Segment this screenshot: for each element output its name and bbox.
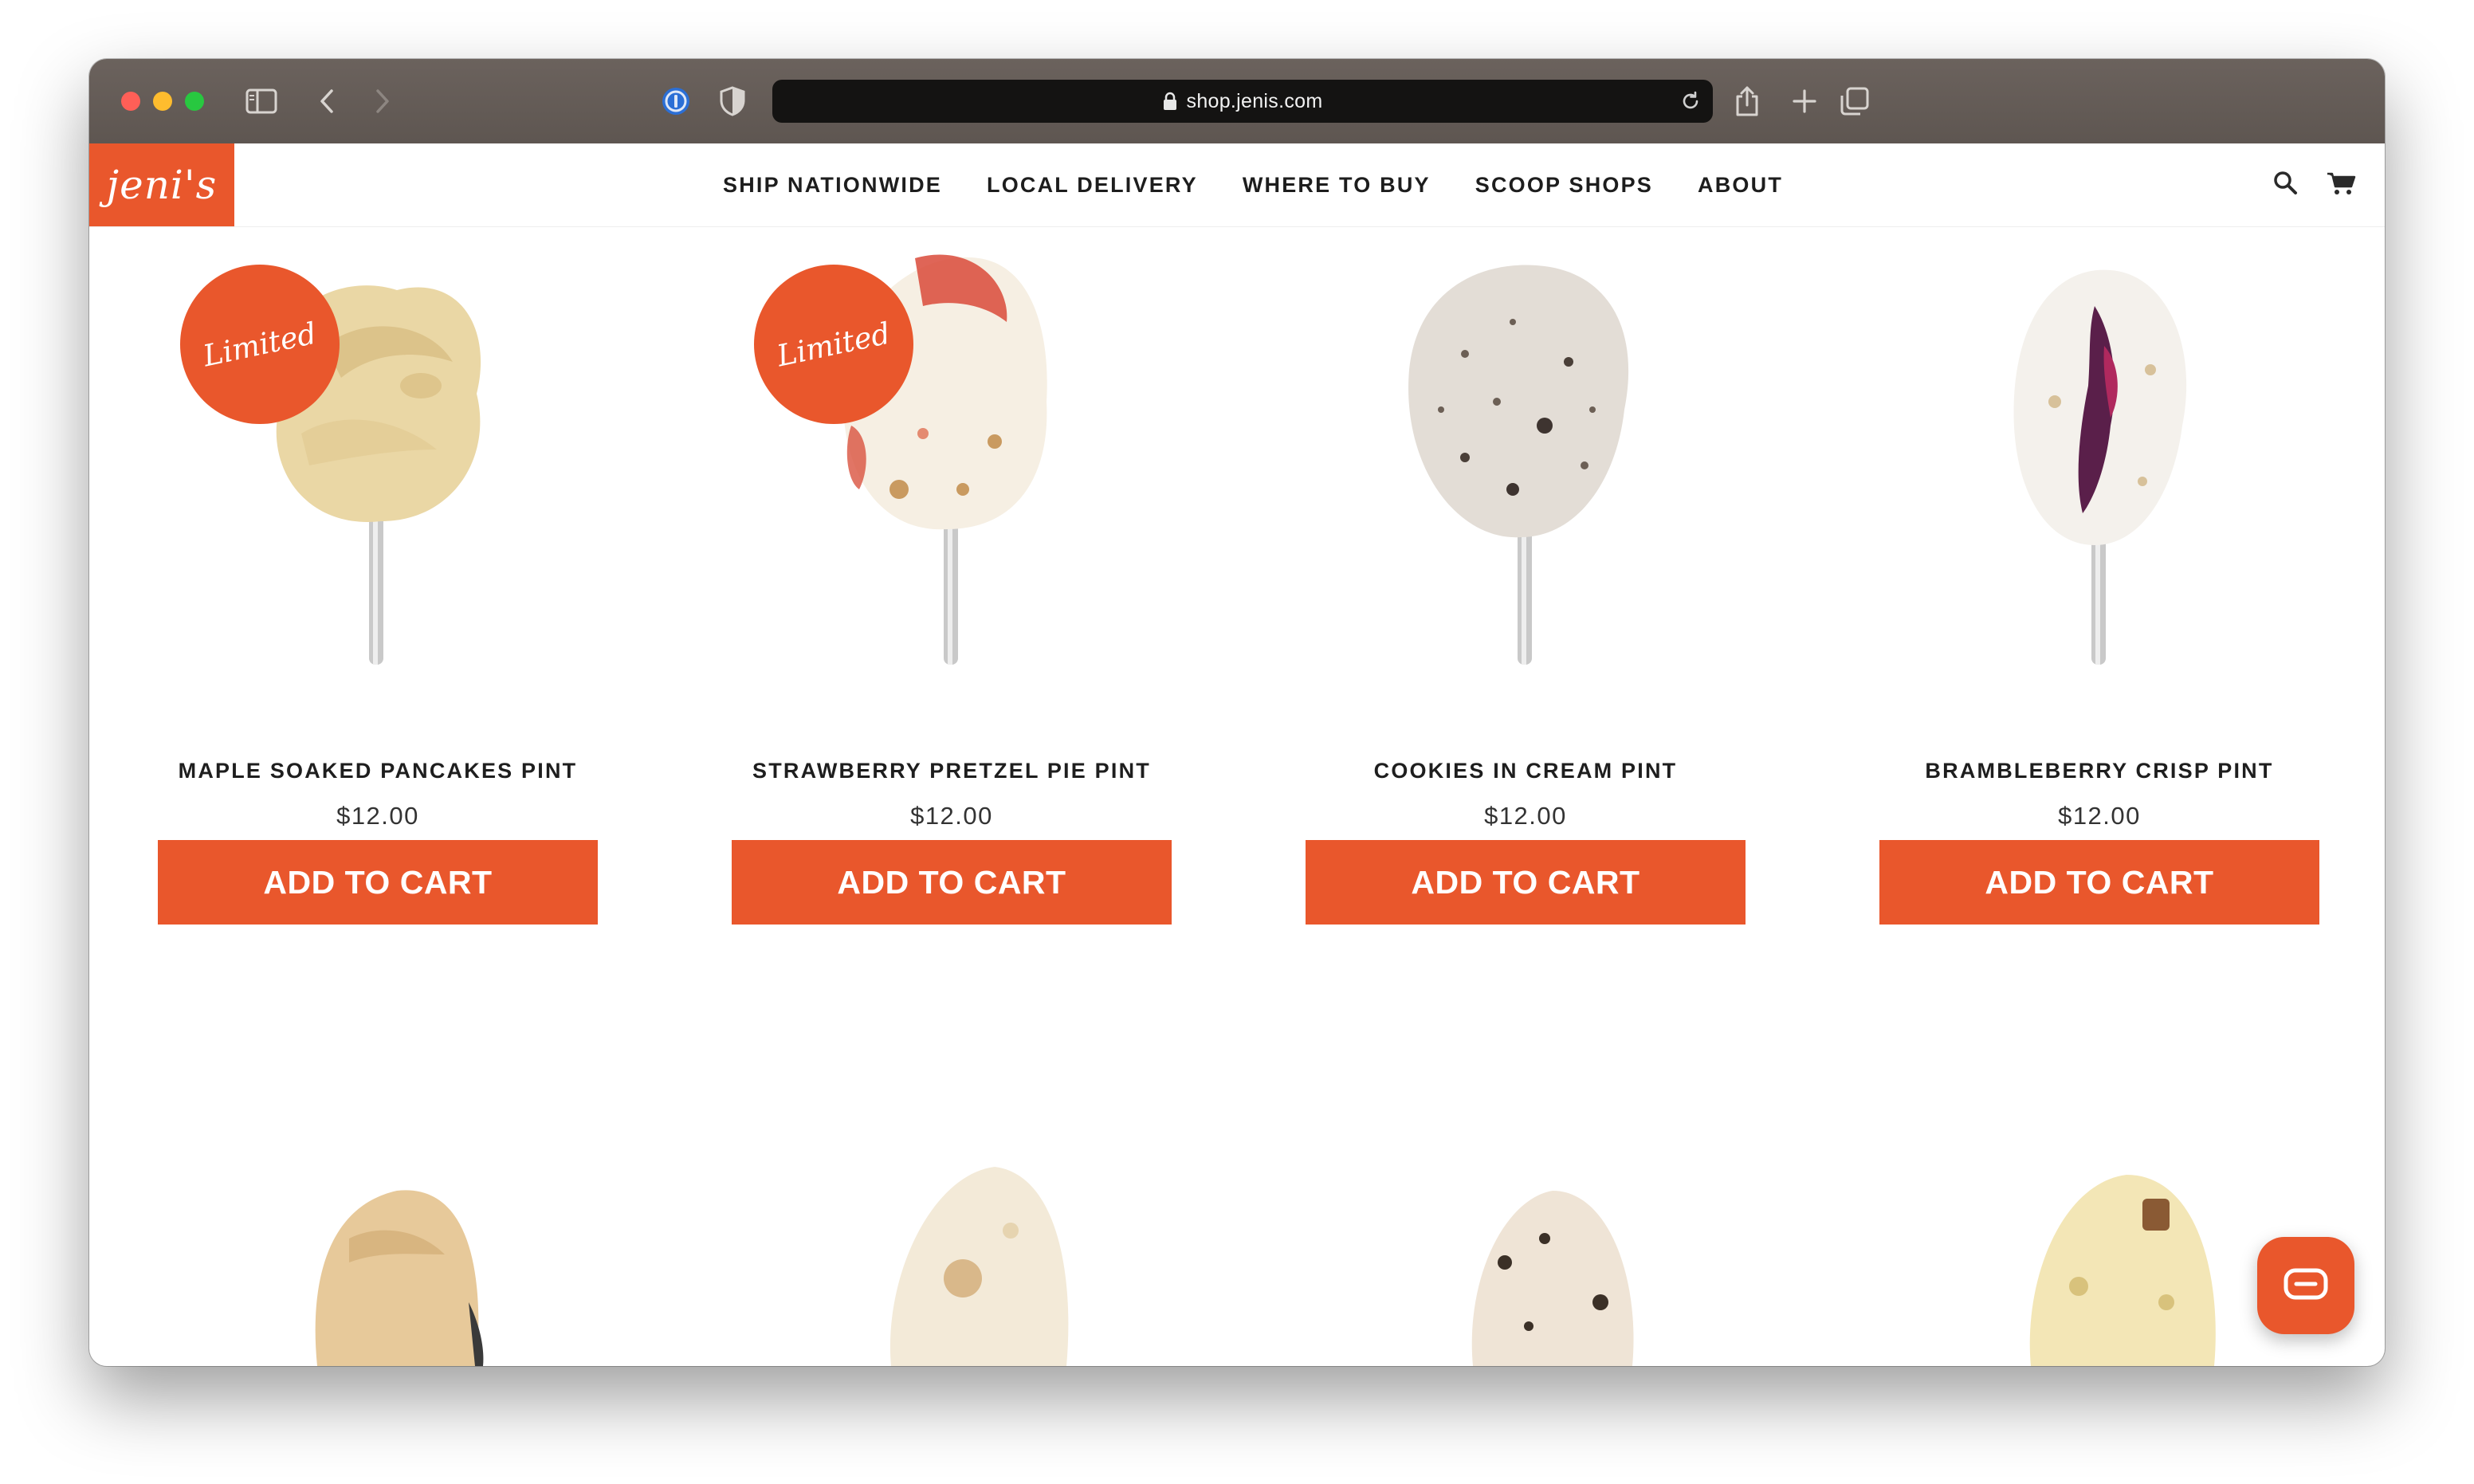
address-bar[interactable]: shop.jenis.com [772,80,1713,123]
lock-icon [1163,92,1176,110]
chat-icon [2284,1268,2328,1300]
password-manager-icon[interactable] [660,83,692,120]
main-nav: SHIP NATIONWIDE LOCAL DELIVERY WHERE TO … [89,143,2385,226]
nav-ship-nationwide[interactable]: SHIP NATIONWIDE [723,173,942,198]
cart-icon[interactable] [2326,169,2358,198]
nav-local-delivery[interactable]: LOCAL DELIVERY [987,173,1198,198]
site-header: jeni's SHIP NATIONWIDE LOCAL DELIVERY WH… [89,143,2385,227]
add-to-cart-button[interactable]: ADD TO CART [1879,840,2319,925]
nav-where-to-buy[interactable]: WHERE TO BUY [1243,173,1431,198]
tabs-overview-icon[interactable] [1840,83,1870,120]
reload-icon[interactable] [1679,90,1702,112]
product-name[interactable]: BRAMBLEBERRY CRISP PINT [1879,759,2319,783]
product-price: $12.00 [336,802,419,830]
product-name[interactable]: STRAWBERRY PRETZEL PIE PINT [732,759,1172,783]
share-icon[interactable] [1734,83,1760,120]
search-icon[interactable] [2272,169,2300,198]
product-price: $12.00 [910,802,993,830]
close-window-button[interactable] [121,92,140,111]
add-to-cart-button[interactable]: ADD TO CART [1306,840,1746,925]
product-image[interactable] [1306,226,1746,665]
sidebar-icon[interactable] [245,83,277,120]
shield-icon[interactable] [719,83,746,120]
browser-toolbar: shop.jenis.com [89,59,2385,145]
product-image[interactable] [158,1143,598,1366]
product-name[interactable]: MAPLE SOAKED PANCAKES PINT [158,759,598,783]
product-price: $12.00 [2058,802,2141,830]
nav-scoop-shops[interactable]: SCOOP SHOPS [1475,173,1653,198]
url-text: shop.jenis.com [1186,89,1323,112]
limited-badge: Limited [754,265,913,424]
product-image[interactable] [732,1143,1172,1366]
new-tab-icon[interactable] [1792,83,1817,120]
product-image[interactable] [1879,1143,2319,1366]
chat-button[interactable] [2257,1237,2354,1334]
minimize-window-button[interactable] [153,92,172,111]
limited-badge: Limited [180,265,340,424]
product-grid: Limited MAPLE SOAKED PANCAKES PINT $12.0… [89,226,2385,1366]
product-image[interactable] [1306,1143,1746,1366]
nav-about[interactable]: ABOUT [1698,173,1783,198]
forward-icon[interactable] [373,83,392,120]
browser-window: shop.jenis.com jeni's SHIP NATIONWIDE LO… [89,59,2385,1366]
product-name[interactable]: COOKIES IN CREAM PINT [1306,759,1746,783]
add-to-cart-button[interactable]: ADD TO CART [158,840,598,925]
product-price: $12.00 [1484,802,1567,830]
product-image[interactable] [1879,226,2319,665]
zoom-window-button[interactable] [185,92,204,111]
back-icon[interactable] [317,83,336,120]
add-to-cart-button[interactable]: ADD TO CART [732,840,1172,925]
